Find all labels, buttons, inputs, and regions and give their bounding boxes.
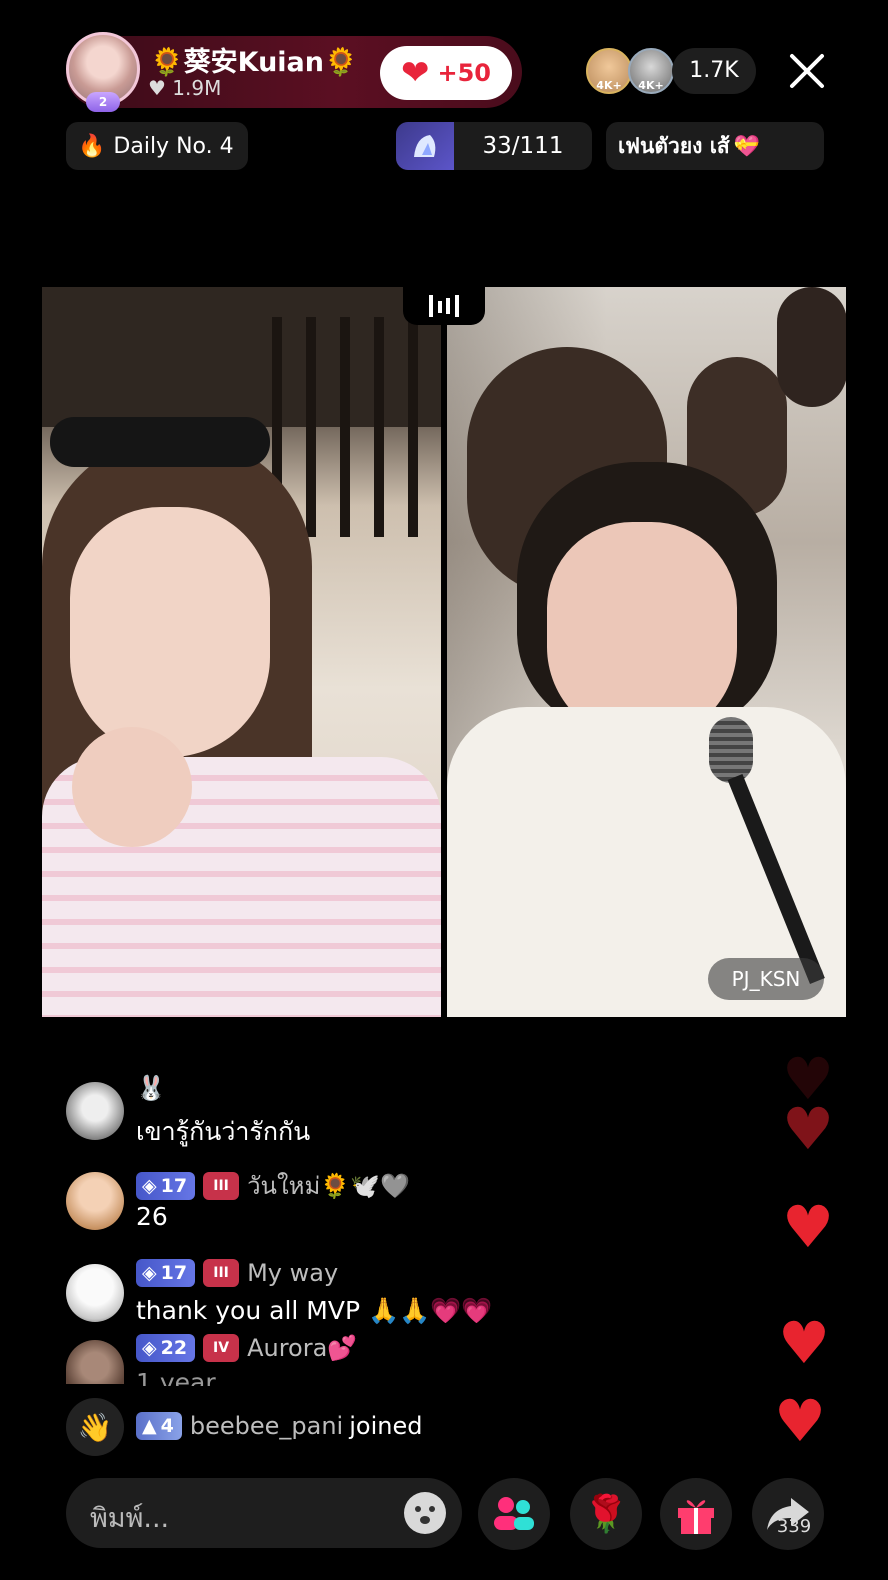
daily-rank-label: Daily No. 4 [113,133,234,159]
emoji-icon[interactable] [404,1492,446,1534]
floating-heart-icon: ♥ [782,1095,834,1163]
person-face [70,507,270,757]
user-level-badge: ▲ 4 [136,1412,182,1440]
chat-avatar[interactable] [66,1172,124,1230]
user-level: 17 [160,1262,188,1284]
gift-icon [678,1500,714,1534]
chat-message: 1 year [136,1368,216,1386]
user-level-badge: ◈ 17 [136,1171,196,1200]
fan-chip[interactable]: เฟนตัวยง เส้ 💝 [606,122,824,170]
fan-chip-label: เฟนตัวยง เส้ [618,133,730,158]
viewer-count[interactable]: 1.7K [672,48,756,94]
chat-message: เขารู้กันว่ารักกัน [136,1117,311,1146]
host-name: 🌻葵安Kuian🌻 [150,47,358,78]
close-icon[interactable] [788,52,826,90]
chat-meta: ◈ 17 III My way [136,1259,338,1287]
fire-icon: 🔥 [78,133,106,159]
chat-username[interactable]: 🐰 [136,1074,166,1102]
host-likes-count: 1.9M [172,76,222,100]
heart-icon: ♥ [148,76,166,100]
user-level: 17 [160,1174,188,1197]
share-button[interactable] [752,1478,824,1550]
user-level: 4 [160,1415,174,1437]
floating-heart-icon: ♥ [778,1309,830,1377]
wave-hand-icon: 👋 [66,1398,124,1456]
rank-progress: 33/111 [482,133,564,159]
chat-message: thank you all MVP 🙏🙏💗💗 [136,1296,493,1325]
join-username[interactable]: beebee_pani [190,1412,343,1440]
sunglasses [50,417,270,467]
user-level: 22 [160,1337,188,1359]
gift-heart-icon: 💝 [733,133,760,158]
daily-rank-chip[interactable]: 🔥 Daily No. 4 [66,122,248,170]
heart-icon: ❤ [400,53,430,93]
user-level-badge: ◈ 22 [136,1334,196,1362]
chat-meta: 🐰 [136,1074,166,1102]
chat-avatar[interactable] [66,1340,124,1384]
top-viewer-avatar-1[interactable]: 4K+ [586,48,632,94]
co-host-name[interactable]: PJ_KSN [708,958,824,1000]
viewer-badge: 4K+ [638,79,664,92]
chat-meta: ◈ 22 IV Aurora💕 [136,1334,357,1362]
host-likes: ♥ 1.9M [148,76,221,100]
diamond-icon: ◈ [142,1337,157,1359]
fan-level-badge: III [203,1259,240,1287]
rank-icon [396,122,454,170]
chat-avatar[interactable] [66,1264,124,1322]
chat-meta: ◈ 17 III วันใหม่🌻🕊️🩶 [136,1166,410,1205]
gift-button[interactable] [660,1478,732,1550]
audio-bars-icon[interactable] [403,287,485,325]
user-level-badge: ◈ 17 [136,1259,196,1287]
people-icon [494,1497,534,1530]
chat-username[interactable]: My way [247,1259,338,1287]
microphone-icon [709,717,753,783]
join-action: joined [349,1412,423,1440]
right-video-pane[interactable] [447,287,846,1017]
rose-gift-button[interactable]: 🌹 [570,1478,642,1550]
chat-message: 26 [136,1202,168,1231]
top-viewer-avatar-2[interactable]: 4K+ [628,48,674,94]
chat-username[interactable]: วันใหม่🌻🕊️🩶 [247,1166,410,1205]
diamond-icon: ◈ [142,1262,157,1284]
share-count: 339 [776,1516,812,1537]
floating-heart-icon: ♥ [782,1193,834,1261]
join-notice: ▲ 4 beebee_pani joined [136,1412,422,1440]
fan-level-badge: IV [203,1334,240,1362]
viewer-badge: 4K+ [596,79,622,92]
rank-arrow-icon: ▲ [142,1415,157,1437]
person-hands [72,727,192,847]
host-level-badge: 2 [86,92,120,112]
chat-avatar[interactable] [66,1082,124,1140]
left-video-pane[interactable] [42,287,441,1017]
like-button-value: +50 [437,59,491,87]
chat-username[interactable]: Aurora💕 [247,1334,357,1362]
fan-level-badge: III [203,1171,240,1200]
rank-progress-chip[interactable]: 33/111 [396,122,592,170]
comment-input-placeholder: พิมพ์... [90,1503,170,1534]
poster-person-3 [777,287,846,407]
rose-icon: 🌹 [583,1494,629,1535]
floating-heart-icon: ♥ [774,1387,826,1455]
like-button[interactable]: ❤ +50 [380,46,512,100]
multi-guest-button[interactable] [478,1478,550,1550]
diamond-icon: ◈ [142,1174,157,1197]
